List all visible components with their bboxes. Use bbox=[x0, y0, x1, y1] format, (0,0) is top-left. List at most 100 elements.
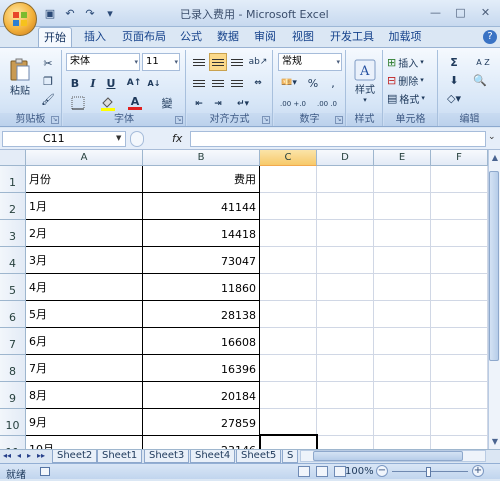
cell-a1[interactable]: 月份 bbox=[26, 166, 143, 193]
cell-a3[interactable]: 2月 bbox=[26, 220, 143, 247]
align-middle-icon[interactable] bbox=[209, 53, 227, 71]
cell-e8[interactable] bbox=[374, 355, 431, 382]
name-box-dropdown-icon[interactable]: ▼ bbox=[116, 134, 121, 142]
fill-color-icon[interactable] bbox=[96, 94, 120, 112]
format-painter-icon[interactable]: 🖌 bbox=[40, 90, 56, 108]
scroll-down-icon[interactable]: ▼ bbox=[489, 437, 500, 446]
font-size-select[interactable]: 11 ▾ bbox=[142, 53, 180, 71]
cell-c6[interactable] bbox=[260, 301, 317, 328]
tab-insert[interactable]: 插入 bbox=[80, 27, 110, 47]
tab-view[interactable]: 视图 bbox=[288, 27, 318, 47]
cell-a11[interactable]: 10月 bbox=[26, 436, 143, 449]
cell-d8[interactable] bbox=[317, 355, 374, 382]
normal-view-icon[interactable] bbox=[298, 466, 310, 477]
row-header-10[interactable]: 10 bbox=[0, 409, 26, 436]
decrease-decimal-button[interactable]: .00 .0 bbox=[312, 95, 342, 113]
cell-f2[interactable] bbox=[431, 193, 488, 220]
cell-b11[interactable]: 23146 bbox=[143, 436, 260, 449]
orientation-icon[interactable]: ab↗ bbox=[249, 53, 268, 71]
phonetic-guide-button[interactable]: 變 bbox=[155, 94, 179, 112]
row-header-4[interactable]: 4 bbox=[0, 247, 26, 274]
number-launcher-icon[interactable]: ↘ bbox=[335, 116, 343, 124]
cell-e7[interactable] bbox=[374, 328, 431, 355]
cell-c8[interactable] bbox=[260, 355, 317, 382]
comma-button[interactable]: , bbox=[324, 74, 342, 92]
grow-font-icon[interactable]: A↑ bbox=[125, 74, 143, 92]
column-header-c[interactable]: C bbox=[260, 150, 317, 166]
cell-d9[interactable] bbox=[317, 382, 374, 409]
cell-b7[interactable]: 16608 bbox=[143, 328, 260, 355]
increase-decimal-button[interactable]: .00 +.0 bbox=[278, 95, 308, 113]
cell-f5[interactable] bbox=[431, 274, 488, 301]
cell-f7[interactable] bbox=[431, 328, 488, 355]
cell-b3[interactable]: 14418 bbox=[143, 220, 260, 247]
zoom-in-button[interactable]: + bbox=[472, 465, 484, 477]
cell-b2[interactable]: 41144 bbox=[143, 193, 260, 220]
cut-icon[interactable]: ✂ bbox=[40, 54, 56, 72]
column-header-a[interactable]: A bbox=[26, 150, 143, 166]
font-color-button[interactable]: A bbox=[124, 94, 146, 112]
decrease-indent-icon[interactable]: ⇤ bbox=[190, 95, 208, 113]
number-format-select[interactable]: 常规 ▾ bbox=[278, 53, 342, 71]
cell-b4[interactable]: 73047 bbox=[143, 247, 260, 274]
font-name-select[interactable]: 宋体 ▾ bbox=[66, 53, 140, 71]
formula-input[interactable] bbox=[190, 131, 486, 147]
cell-d1[interactable] bbox=[317, 166, 374, 193]
cell-f6[interactable] bbox=[431, 301, 488, 328]
underline-button[interactable]: U bbox=[102, 74, 120, 92]
name-box[interactable]: C11 bbox=[2, 131, 126, 147]
cell-f10[interactable] bbox=[431, 409, 488, 436]
cell-c5[interactable] bbox=[260, 274, 317, 301]
sheet-tab-sheet5[interactable]: Sheet5 bbox=[236, 450, 282, 463]
row-header-5[interactable]: 5 bbox=[0, 274, 26, 301]
cell-a5[interactable]: 4月 bbox=[26, 274, 143, 301]
cell-c1[interactable] bbox=[260, 166, 317, 193]
cell-e11[interactable] bbox=[374, 436, 431, 449]
column-header-f[interactable]: F bbox=[431, 150, 488, 166]
font-launcher-icon[interactable]: ↘ bbox=[175, 116, 183, 124]
insert-cells-button[interactable]: ⊞ 插入 ▾ bbox=[387, 53, 435, 71]
row-header-8[interactable]: 8 bbox=[0, 355, 26, 382]
expand-formula-bar-icon[interactable]: ⌄ bbox=[488, 132, 496, 142]
office-button[interactable] bbox=[3, 2, 37, 36]
active-cell-c11[interactable] bbox=[259, 434, 318, 449]
cell-a7[interactable]: 6月 bbox=[26, 328, 143, 355]
align-bottom-icon[interactable] bbox=[228, 53, 246, 71]
cell-e3[interactable] bbox=[374, 220, 431, 247]
cell-f1[interactable] bbox=[431, 166, 488, 193]
cell-a6[interactable]: 5月 bbox=[26, 301, 143, 328]
horizontal-scroll-thumb[interactable] bbox=[313, 451, 463, 461]
cell-f3[interactable] bbox=[431, 220, 488, 247]
cell-a8[interactable]: 7月 bbox=[26, 355, 143, 382]
cell-e9[interactable] bbox=[374, 382, 431, 409]
cell-c10[interactable] bbox=[260, 409, 317, 436]
clipboard-launcher-icon[interactable]: ↘ bbox=[51, 116, 59, 124]
cell-b10[interactable]: 27859 bbox=[143, 409, 260, 436]
increase-indent-icon[interactable]: ⇥ bbox=[209, 95, 227, 113]
prev-sheet-icon[interactable]: ◂ bbox=[17, 451, 21, 460]
insert-function-button[interactable]: fx bbox=[172, 132, 182, 145]
zoom-slider-thumb[interactable] bbox=[426, 467, 431, 477]
shrink-font-icon[interactable]: A↓ bbox=[145, 74, 163, 92]
cell-f9[interactable] bbox=[431, 382, 488, 409]
currency-icon[interactable]: 💴▾ bbox=[278, 74, 300, 92]
cell-c4[interactable] bbox=[260, 247, 317, 274]
row-header-3[interactable]: 3 bbox=[0, 220, 26, 247]
bold-button[interactable]: B bbox=[66, 74, 84, 92]
zoom-level[interactable]: 100% bbox=[345, 466, 374, 477]
row-header-7[interactable]: 7 bbox=[0, 328, 26, 355]
cell-d5[interactable] bbox=[317, 274, 374, 301]
tab-formulas[interactable]: 公式 bbox=[176, 27, 206, 47]
delete-cells-button[interactable]: ⊟ 删除 ▾ bbox=[387, 71, 435, 89]
find-select-icon[interactable]: 🔍 bbox=[469, 71, 491, 89]
cell-e1[interactable] bbox=[374, 166, 431, 193]
copy-icon[interactable]: ❐ bbox=[40, 72, 56, 90]
page-layout-view-icon[interactable] bbox=[316, 466, 328, 477]
next-sheet-icon[interactable]: ▸ bbox=[27, 451, 31, 460]
cell-d11[interactable] bbox=[317, 436, 374, 449]
percent-button[interactable]: % bbox=[304, 74, 322, 92]
row-header-6[interactable]: 6 bbox=[0, 301, 26, 328]
zoom-out-button[interactable]: − bbox=[376, 465, 388, 477]
cell-a10[interactable]: 9月 bbox=[26, 409, 143, 436]
row-header-1[interactable]: 1 bbox=[0, 166, 26, 193]
